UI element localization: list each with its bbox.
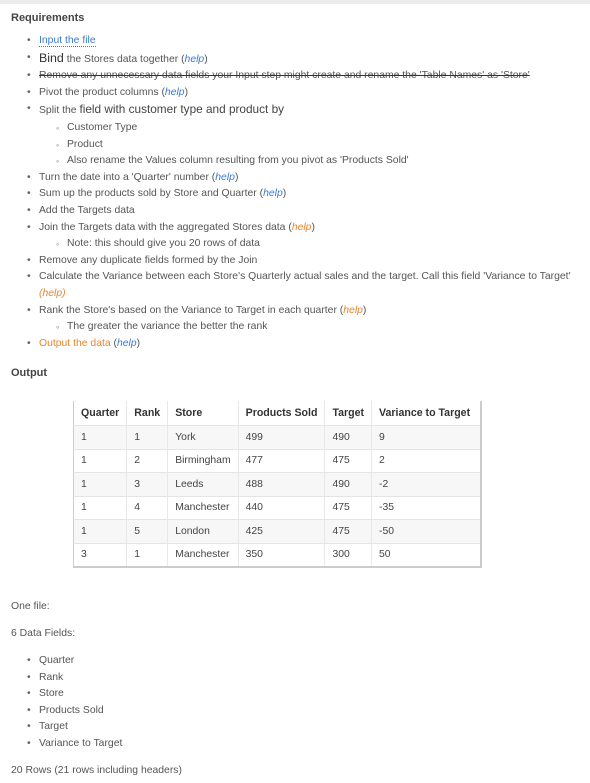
table-cell: 440 <box>237 495 325 520</box>
table-cell: 1 <box>73 472 127 496</box>
fields-count-note: 6 Data Fields: <box>11 628 76 639</box>
help-link[interactable]: help <box>263 188 283 199</box>
table-row: 3 1 Manchester 350 300 50 <box>73 542 482 567</box>
table-cell: 1 <box>73 448 127 473</box>
sub-item: Customer Type <box>39 120 581 137</box>
table-cell: 475 <box>324 495 372 520</box>
split-sublist: Customer Type Product Also rename the Va… <box>39 120 581 170</box>
help-link[interactable]: (help) <box>39 288 66 299</box>
output-data-link[interactable]: Output the data <box>39 338 111 349</box>
column-header: Target <box>324 401 372 426</box>
requirements-heading: Requirements <box>11 12 85 24</box>
rows-note: 20 Rows (21 rows including headers) <box>11 765 182 776</box>
bind-word: Bind <box>39 50 64 65</box>
column-header: Rank <box>126 401 168 426</box>
input-file-link[interactable]: Input the file <box>39 35 96 47</box>
table-cell: London <box>167 519 239 543</box>
column-header: Products Sold <box>237 401 325 426</box>
step-rank: Rank the Store's based on the Variance t… <box>11 303 581 336</box>
table-cell: -35 <box>371 495 482 520</box>
table-cell: 1 <box>73 495 127 520</box>
step-split: Split the field with customer type and p… <box>11 101 581 169</box>
rank-sublist: The greater the variance the better the … <box>39 319 581 336</box>
table-cell: Leeds <box>167 472 239 496</box>
table-header-row: Quarter Rank Store Products Sold Target … <box>74 401 482 426</box>
table-cell: 50 <box>371 542 482 567</box>
step-input-file: Input the file <box>11 33 581 50</box>
step-text: the Stores data together ( <box>63 53 185 65</box>
step-remove-duplicates: Remove any duplicate fields formed by th… <box>11 253 581 270</box>
table-cell: 425 <box>237 519 325 543</box>
table-cell: 490 <box>324 472 372 496</box>
table-cell: 350 <box>237 542 325 567</box>
step-add-targets: Add the Targets data <box>11 203 581 220</box>
table-cell: 1 <box>126 542 168 567</box>
table-cell: -50 <box>371 519 482 543</box>
table-cell: 488 <box>237 472 325 496</box>
field-item: Variance to Target <box>11 736 122 753</box>
column-header: Store <box>167 401 239 426</box>
field-item: Rank <box>11 670 122 687</box>
help-link[interactable]: help <box>185 54 205 65</box>
table-cell: 300 <box>324 542 372 567</box>
step-remove-fields: Remove any unnecessary data fields your … <box>11 68 581 85</box>
help-link[interactable]: help <box>165 87 185 98</box>
table-cell: 1 <box>126 425 168 449</box>
help-link[interactable]: help <box>215 172 235 183</box>
output-table: Quarter Rank Store Products Sold Target … <box>73 401 483 568</box>
step-pivot: Pivot the product columns (help) <box>11 85 581 102</box>
table-cell: 4 <box>126 495 168 520</box>
table-cell: 1 <box>73 425 127 449</box>
table-cell: Birmingham <box>167 448 239 473</box>
table-cell: 2 <box>126 448 168 473</box>
step-output: Output the data (help) <box>11 336 581 353</box>
table-cell: 2 <box>371 448 482 473</box>
table-cell: 3 <box>73 542 127 567</box>
table-cell: 475 <box>324 448 372 473</box>
requirements-list: Input the file Bind the Stores data toge… <box>11 33 581 352</box>
join-sublist: Note: this should give you 20 rows of da… <box>39 236 581 253</box>
column-header: Quarter <box>81 407 120 419</box>
table-cell: Manchester <box>167 542 239 567</box>
top-divider <box>0 0 590 4</box>
sub-item: The greater the variance the better the … <box>39 319 581 336</box>
fields-list: Quarter Rank Store Products Sold Target … <box>11 653 122 753</box>
table-cell: 3 <box>126 472 168 496</box>
table-cell: 5 <box>126 519 168 543</box>
field-item: Store <box>11 686 122 703</box>
table-cell: -2 <box>371 472 482 496</box>
table-cell: 9 <box>371 425 482 449</box>
table-cell: 499 <box>237 425 325 449</box>
table-cell: 477 <box>237 448 325 473</box>
help-link[interactable]: help <box>292 222 312 233</box>
table-row: 1 4 Manchester 440 475 -35 <box>73 495 482 520</box>
help-link[interactable]: help <box>343 305 363 316</box>
sub-item: Note: this should give you 20 rows of da… <box>39 236 581 253</box>
field-item: Target <box>11 719 122 736</box>
output-heading: Output <box>11 367 48 379</box>
sub-item: Also rename the Values column resulting … <box>39 153 581 170</box>
table-row: 1 5 London 425 475 -50 <box>73 519 482 543</box>
table-cell: Manchester <box>167 495 239 520</box>
table-cell: 475 <box>324 519 372 543</box>
table-row: 1 3 Leeds 488 490 -2 <box>73 472 482 496</box>
table-cell: 1 <box>73 519 127 543</box>
step-bind: Bind the Stores data together (help) <box>11 50 581 69</box>
step-quarter: Turn the date into a 'Quarter' number (h… <box>11 170 581 187</box>
one-file-note: One file: <box>11 601 50 612</box>
field-item: Quarter <box>11 653 122 670</box>
step-text: Remove any unnecessary data fields your … <box>39 70 530 82</box>
step-sum: Sum up the products sold by Store and Qu… <box>11 186 581 203</box>
table-row: 1 2 Birmingham 477 475 2 <box>73 448 482 473</box>
column-header: Variance to Target <box>371 401 482 426</box>
step-variance: Calculate the Variance between each Stor… <box>11 269 581 302</box>
table-cell: York <box>167 425 239 449</box>
table-cell: 490 <box>324 425 372 449</box>
help-link[interactable]: help <box>117 338 137 349</box>
table-row: 1 1 York 499 490 9 <box>73 425 482 449</box>
sub-item: Product <box>39 137 581 154</box>
step-join: Join the Targets data with the aggregate… <box>11 220 581 253</box>
field-item: Products Sold <box>11 703 122 720</box>
